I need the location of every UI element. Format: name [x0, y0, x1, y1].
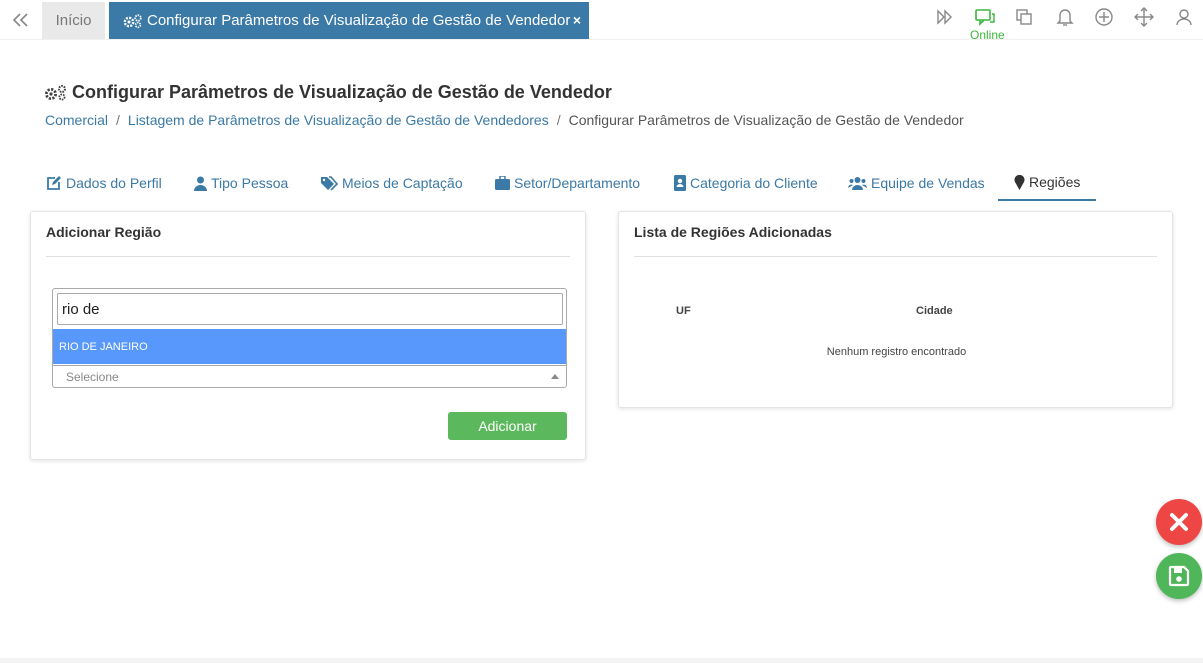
tab-setor-departamento[interactable]: Setor/Departamento	[495, 165, 640, 201]
chat-icon[interactable]	[974, 6, 996, 28]
caret-up-icon	[551, 374, 559, 379]
empty-table-message: Nenhum registro encontrado	[826, 346, 967, 358]
users-icon	[848, 176, 867, 190]
page-title: Configurar Parâmetros de Visualização de…	[44, 82, 612, 103]
region-select-dropdown: RIO DE JANEIRO Selecione	[52, 288, 567, 388]
region-list-panel: Lista de Regiões Adicionadas UF Cidade N…	[618, 211, 1173, 408]
close-icon	[1170, 513, 1188, 531]
region-select-placeholder: Selecione	[66, 369, 119, 384]
user-icon	[194, 176, 207, 191]
tab-categoria-cliente[interactable]: Categoria do Cliente	[674, 165, 818, 201]
breadcrumb-comercial[interactable]: Comercial	[45, 112, 108, 128]
breadcrumb-current: Configurar Parâmetros de Visualização de…	[568, 112, 964, 128]
footer-strip	[0, 658, 1203, 663]
forward-icon[interactable]	[933, 6, 955, 28]
cancel-button[interactable]	[1156, 499, 1202, 545]
gears-icon	[123, 13, 143, 29]
gears-icon	[44, 84, 68, 102]
divider	[46, 256, 570, 257]
breadcrumb: Comercial / Listagem de Parâmetros de Visu…	[45, 112, 964, 128]
save-icon	[1168, 565, 1190, 587]
tab-dados-perfil[interactable]: Dados do Perfil	[46, 165, 162, 201]
region-option-rio-de-janeiro[interactable]: RIO DE JANEIRO	[53, 329, 566, 364]
bell-icon[interactable]	[1054, 6, 1076, 28]
breadcrumb-separator: /	[556, 112, 561, 128]
briefcase-icon	[495, 176, 510, 190]
region-list-title: Lista de Regiões Adicionadas	[634, 224, 832, 240]
tab-active[interactable]: Configurar Parâmetros de Visualização de…	[109, 2, 589, 39]
plus-circle-icon[interactable]	[1093, 6, 1115, 28]
save-button[interactable]	[1156, 553, 1202, 599]
add-button[interactable]: Adicionar	[448, 412, 567, 440]
page-title-text: Configurar Parâmetros de Visualização de…	[72, 82, 612, 102]
region-select[interactable]: Selecione	[53, 365, 566, 387]
map-marker-icon	[1014, 174, 1025, 190]
column-header-cidade[interactable]: Cidade	[916, 305, 953, 317]
id-card-icon	[674, 175, 686, 191]
tab-tipo-pessoa[interactable]: Tipo Pessoa	[194, 165, 288, 201]
region-search-input[interactable]	[57, 293, 563, 325]
section-tabs: Dados do Perfil Tipo Pessoa Meios de Cap…	[30, 165, 1130, 201]
tab-meios-captacao[interactable]: Meios de Captação	[320, 165, 463, 201]
move-icon[interactable]	[1133, 6, 1155, 28]
rewind-icon[interactable]	[10, 9, 32, 31]
tab-equipe-vendas[interactable]: Equipe de Vendas	[848, 165, 985, 201]
edit-icon	[46, 175, 62, 191]
tags-icon	[320, 175, 338, 191]
top-bar: Início Configurar Parâmetros de Visualiz…	[0, 0, 1203, 42]
tab-active-label: Configurar Parâmetros de Visualização de…	[147, 12, 571, 29]
breadcrumb-listagem[interactable]: Listagem de Parâmetros de Visualização d…	[128, 112, 549, 128]
column-header-uf[interactable]: UF	[676, 305, 691, 317]
add-region-title: Adicionar Região	[46, 224, 162, 240]
close-tab-icon[interactable]: ×	[573, 12, 581, 28]
online-status: Online	[970, 28, 1005, 42]
breadcrumb-separator: /	[116, 112, 120, 128]
windows-icon[interactable]	[1013, 6, 1035, 28]
add-region-panel: Adicionar Região RIO DE JANEIRO Selecion…	[30, 211, 586, 460]
user-icon[interactable]	[1173, 6, 1195, 28]
divider	[634, 256, 1157, 257]
tab-home[interactable]: Início	[42, 2, 105, 39]
tab-regioes[interactable]: Regiões	[998, 165, 1097, 201]
